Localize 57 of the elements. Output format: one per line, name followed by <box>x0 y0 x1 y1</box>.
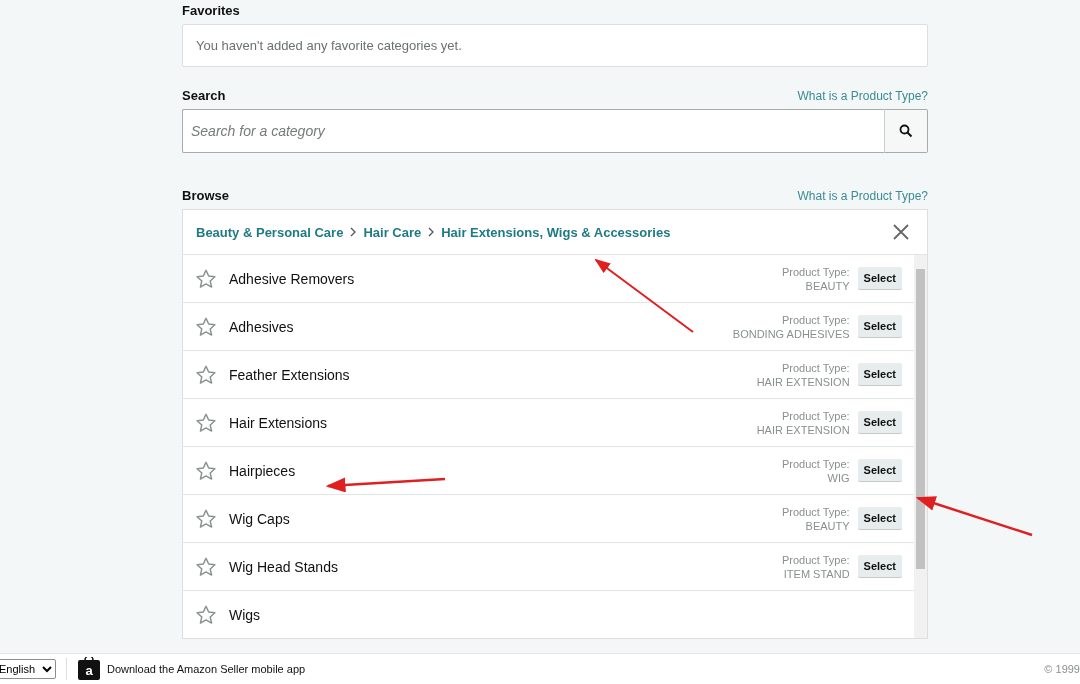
search-icon <box>899 124 913 138</box>
help-link[interactable]: What is a Product Type? <box>797 89 928 103</box>
product-type-value: BEAUTY <box>805 518 850 533</box>
section-heading: Browse <box>182 188 229 203</box>
close-icon[interactable] <box>893 224 909 240</box>
product-type-value: HAIR EXTENSION <box>756 422 850 437</box>
scrollbar[interactable] <box>914 254 927 638</box>
product-type-label: Product Type: <box>781 504 850 519</box>
empty-message: You haven't added any favorite categories yet. <box>196 38 462 53</box>
product-type-label: Product Type: <box>781 552 850 567</box>
product-type-label: Product Type: <box>781 456 850 471</box>
app-download-link[interactable]: Download the Amazon Seller mobile app <box>107 663 306 675</box>
product-type-value: WIG <box>827 470 850 485</box>
select-button[interactable]: Select <box>857 507 902 530</box>
star-icon[interactable] <box>195 411 217 434</box>
star-icon[interactable] <box>195 507 217 530</box>
select-button[interactable]: Select <box>857 363 902 386</box>
star-icon[interactable] <box>195 603 217 626</box>
select-button[interactable]: Select <box>857 315 902 338</box>
category-name[interactable]: Hairpieces <box>229 462 782 479</box>
section-heading: Search <box>182 88 226 103</box>
language-dropdown[interactable]: English <box>0 659 56 679</box>
star-icon[interactable] <box>195 267 217 290</box>
help-link[interactable]: What is a Product Type? <box>797 189 928 203</box>
product-type-label: Product Type: <box>781 312 850 327</box>
product-type-value: BEAUTY <box>805 278 850 293</box>
breadcrumb-link[interactable]: Beauty & Personal Care <box>196 224 344 240</box>
star-icon[interactable] <box>195 459 217 482</box>
category-name[interactable]: Adhesive Removers <box>229 270 782 287</box>
section-heading: Favorites <box>182 3 240 18</box>
category-name[interactable]: Hair Extensions <box>229 414 757 431</box>
product-type-value: ITEM STAND <box>783 566 850 581</box>
chevron-icon <box>427 227 436 237</box>
product-type-label: Product Type: <box>781 360 850 375</box>
breadcrumb-link[interactable]: Hair Extensions, Wigs & Accessories <box>441 224 671 240</box>
select-button[interactable]: Select <box>857 267 902 290</box>
chevron-icon <box>349 227 358 237</box>
product-type-value: BONDING ADHESIVES <box>732 326 850 341</box>
star-icon[interactable] <box>195 363 217 386</box>
star-icon[interactable] <box>195 555 217 578</box>
select-button[interactable]: Select <box>857 411 902 434</box>
select-button[interactable]: Select <box>857 459 902 482</box>
select-button[interactable]: Select <box>857 555 902 578</box>
breadcrumb-link[interactable]: Hair Care <box>363 224 422 240</box>
search-button[interactable] <box>884 109 928 153</box>
star-icon[interactable] <box>195 315 217 338</box>
category-name[interactable]: Adhesives <box>229 318 733 335</box>
product-type-value: HAIR EXTENSION <box>756 374 850 389</box>
category-name[interactable]: Wigs <box>229 606 902 623</box>
search-field[interactable]: Search for a category <box>182 109 884 153</box>
shopping-bag-icon: a <box>77 657 101 681</box>
copyright-text: © 1999 <box>1044 663 1080 675</box>
category-name[interactable]: Wig Caps <box>229 510 782 527</box>
category-name[interactable]: Wig Head Stands <box>229 558 782 575</box>
category-name[interactable]: Feather Extensions <box>229 366 757 383</box>
product-type-label: Product Type: <box>781 264 850 279</box>
product-type-label: Product Type: <box>781 408 850 423</box>
